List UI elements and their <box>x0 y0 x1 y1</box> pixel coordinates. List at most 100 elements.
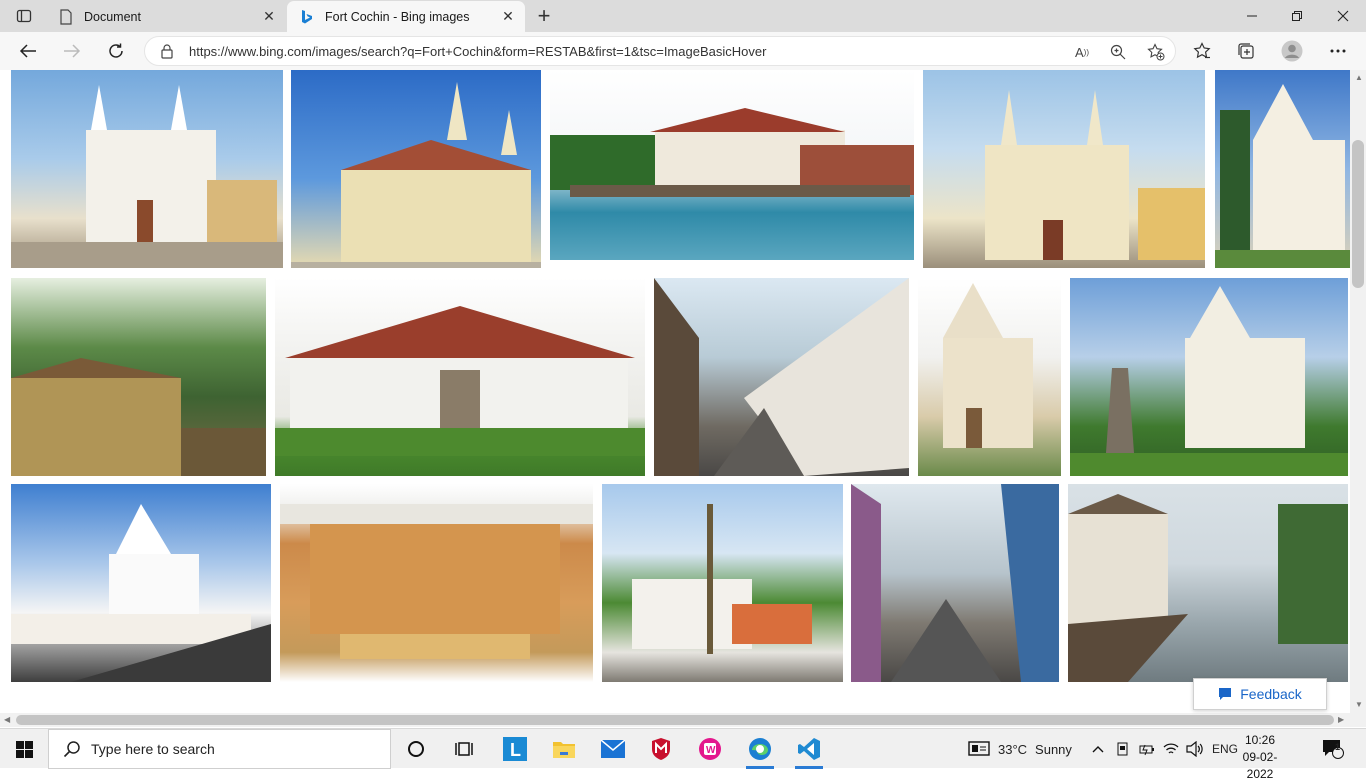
image-result-basilica-front[interactable] <box>923 70 1205 268</box>
battery-icon <box>1139 744 1154 756</box>
collections-icon <box>1238 43 1254 59</box>
tab-bing-images[interactable]: Fort Cochin - Bing images ✕ <box>287 1 525 32</box>
close-tab-icon[interactable]: ✕ <box>258 6 280 28</box>
edge-icon <box>749 738 771 760</box>
image-result-white-church-road[interactable] <box>11 484 271 682</box>
tab-actions-icon <box>16 9 32 23</box>
image-results <box>0 70 1350 713</box>
taskbar-edge[interactable] <box>736 729 784 769</box>
chevron-up-icon <box>1092 746 1104 753</box>
add-favorite-icon[interactable] <box>1145 41 1167 63</box>
mail-icon <box>601 740 625 758</box>
cortana-icon <box>408 741 424 757</box>
weather-icon <box>968 741 990 756</box>
taskbar-vscode[interactable] <box>785 729 833 769</box>
vscode-icon <box>798 738 820 760</box>
zoom-icon[interactable] <box>1107 41 1129 63</box>
settings-more-button[interactable] <box>1322 36 1354 66</box>
scroll-right-arrow-icon[interactable]: ▶ <box>1338 715 1344 724</box>
collections-button[interactable] <box>1230 36 1262 66</box>
image-result-basilica-side[interactable] <box>291 70 541 268</box>
task-view-button[interactable] <box>440 729 488 769</box>
wifi-icon <box>1163 743 1179 754</box>
navigation-bar: https://www.bing.com/images/search?q=For… <box>0 32 1366 70</box>
tab-actions-button[interactable] <box>8 6 40 26</box>
windows-logo-icon <box>15 740 33 758</box>
taskbar-mcafee[interactable] <box>637 729 685 769</box>
taskbar-mail[interactable] <box>589 729 637 769</box>
read-aloud-icon[interactable]: A)) <box>1071 41 1093 63</box>
tab-title: Fort Cochin - Bing images <box>325 9 470 24</box>
tab-title: Document <box>84 9 141 24</box>
taskbar: Type here to search L W 33°C Sunny ENG 1… <box>0 728 1366 781</box>
image-result-st-francis-church[interactable] <box>1215 70 1350 268</box>
bing-icon <box>299 9 315 25</box>
church-illustration <box>11 85 283 268</box>
image-result-old-house[interactable] <box>11 278 266 476</box>
notification-count: 1 <box>1335 742 1341 752</box>
feedback-button[interactable]: Feedback <box>1193 678 1327 710</box>
image-result-festive-street[interactable] <box>851 484 1059 682</box>
url-text: https://www.bing.com/images/search?q=For… <box>189 44 767 59</box>
taskbar-app-l[interactable]: L <box>491 729 539 769</box>
close-tab-icon[interactable]: ✕ <box>497 6 519 28</box>
folder-icon <box>553 742 575 758</box>
more-icon <box>1330 49 1346 53</box>
refresh-button[interactable] <box>100 36 132 66</box>
favorites-button[interactable] <box>1186 36 1218 66</box>
back-button[interactable] <box>12 36 44 66</box>
tab-document[interactable]: Document ✕ <box>46 1 286 32</box>
tray-device-icon[interactable] <box>1115 729 1131 769</box>
volume-button[interactable] <box>1186 729 1204 769</box>
notifications-button[interactable]: 1 <box>1322 729 1344 769</box>
taskbar-file-explorer[interactable] <box>540 729 588 769</box>
cortana-button[interactable] <box>392 729 440 769</box>
image-result-waterfront-building[interactable] <box>550 70 914 260</box>
image-result-coconut-palms-street[interactable] <box>602 484 843 682</box>
back-arrow-icon <box>19 44 36 58</box>
lock-icon <box>161 44 173 59</box>
vertical-scrollbar-thumb[interactable] <box>1352 140 1364 288</box>
taskbar-search-box[interactable]: Type here to search <box>48 729 391 769</box>
clock-time: 10:26 <box>1244 733 1276 747</box>
new-tab-button[interactable]: + <box>532 3 556 28</box>
clock[interactable]: 10:26 09-02-2022 <box>1232 732 1288 783</box>
address-bar[interactable]: https://www.bing.com/images/search?q=For… <box>144 36 1176 66</box>
refresh-icon <box>109 43 123 58</box>
image-result-jain-temple[interactable] <box>280 484 593 682</box>
close-icon <box>1337 10 1349 22</box>
show-hidden-icons-button[interactable] <box>1092 729 1104 769</box>
horizontal-scrollbar-thumb[interactable] <box>16 715 1334 725</box>
image-result-bastion-bungalow[interactable] <box>275 278 645 476</box>
start-button[interactable] <box>0 729 48 769</box>
search-icon <box>63 741 80 758</box>
battery-button[interactable] <box>1139 729 1155 769</box>
weather-widget[interactable]: 33°C Sunny <box>968 729 1072 769</box>
shield-icon <box>652 738 670 760</box>
close-window-button[interactable] <box>1320 0 1366 32</box>
tab-strip: Document ✕ Fort Cochin - Bing images ✕ + <box>0 0 1366 32</box>
avatar-icon <box>1281 40 1303 62</box>
profile-button[interactable] <box>1276 36 1308 66</box>
notification-icon <box>1323 740 1344 759</box>
minimize-button[interactable] <box>1229 0 1275 32</box>
scroll-left-arrow-icon[interactable]: ◀ <box>4 715 10 724</box>
scroll-down-arrow-icon[interactable]: ▼ <box>1355 700 1363 709</box>
page-icon <box>58 8 74 25</box>
scroll-up-arrow-icon[interactable]: ▲ <box>1355 73 1363 82</box>
feedback-label: Feedback <box>1240 686 1302 702</box>
forward-button[interactable] <box>56 36 88 66</box>
l-app-icon: L <box>503 737 527 761</box>
image-result-st-francis-monument[interactable] <box>1070 278 1348 476</box>
svg-text:L: L <box>510 740 521 760</box>
image-result-santa-cruz-basilica[interactable] <box>11 70 283 268</box>
image-result-street-shops[interactable] <box>654 278 909 476</box>
network-button[interactable] <box>1163 729 1179 769</box>
clock-date: 09-02-2022 <box>1242 750 1278 781</box>
search-placeholder: Type here to search <box>91 741 215 757</box>
image-result-backwater-houses[interactable] <box>1068 484 1348 682</box>
restore-button[interactable] <box>1274 0 1320 32</box>
minimize-icon <box>1247 15 1257 17</box>
image-result-church-gate[interactable] <box>918 278 1061 476</box>
taskbar-app-pink[interactable]: W <box>686 729 734 769</box>
